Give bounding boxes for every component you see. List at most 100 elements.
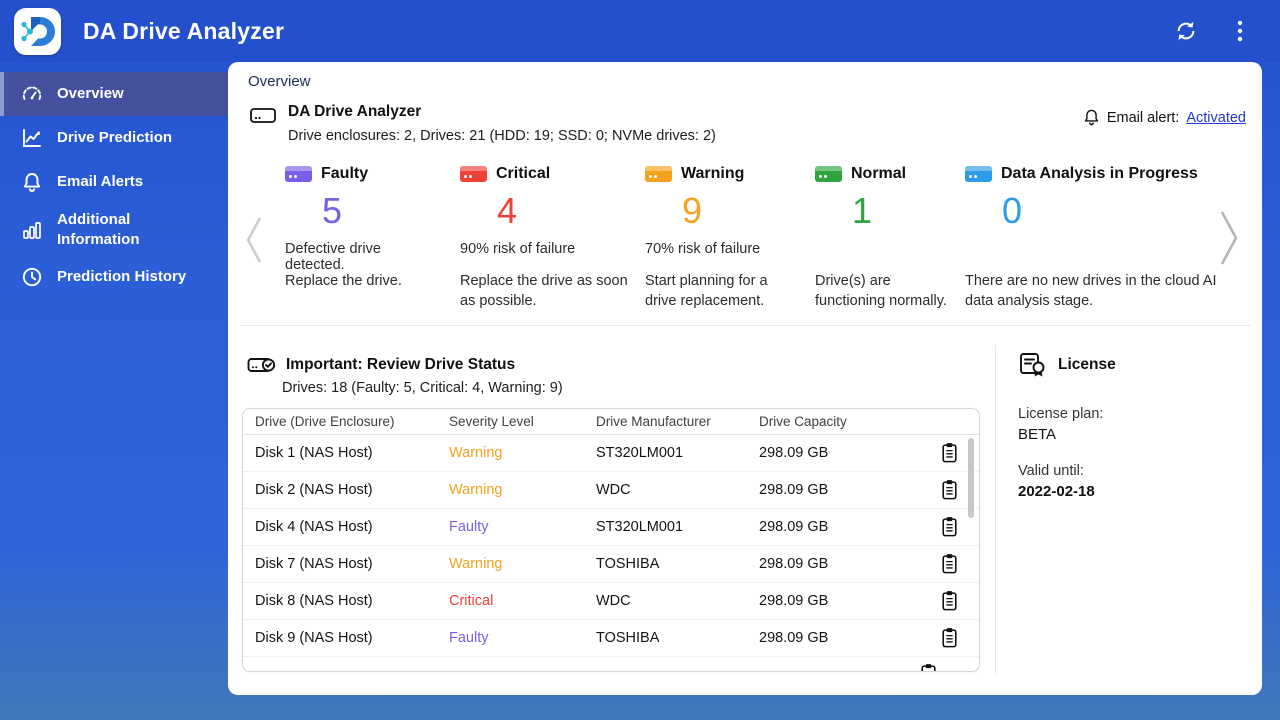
- overview-title: DA Drive Analyzer: [288, 103, 422, 120]
- details-clipboard-button[interactable]: [940, 553, 959, 575]
- important-title: Important: Review Drive Status: [286, 356, 516, 373]
- clipboard-icon: [921, 664, 936, 671]
- section-divider: [240, 325, 1250, 326]
- refresh-button[interactable]: [1172, 17, 1200, 45]
- clock-icon: [22, 267, 42, 287]
- clipboard-icon: [941, 554, 957, 574]
- drive-summary: Drive enclosures: 2, Drives: 21 (HDD: 19…: [288, 128, 716, 144]
- card-label: Warning: [681, 165, 745, 182]
- card-action: Drive(s) are functioning normally.: [815, 273, 947, 309]
- normal-count: 1: [852, 190, 873, 231]
- status-card-data-analysis: Data Analysis in Progress 0 There are no…: [965, 165, 1247, 311]
- table-row[interactable]: Disk 1 (NAS Host) Warning ST320LM001 298…: [243, 435, 979, 472]
- details-clipboard-button[interactable]: [940, 479, 959, 501]
- carousel-next-icon[interactable]: [1218, 206, 1240, 270]
- status-card-normal: Normal 1 Drive(s) are functioning normal…: [815, 165, 948, 311]
- email-alert-activated-link[interactable]: Activated: [1186, 110, 1246, 126]
- drive-cell: Disk 9 (NAS Host): [255, 630, 373, 646]
- column-header: Drive (Drive Enclosure): [255, 414, 395, 429]
- table-row[interactable]: Disk 4 (NAS Host) Faulty ST320LM001 298.…: [243, 509, 979, 546]
- table-row[interactable]: Disk 8 (NAS Host) Critical WDC 298.09 GB: [243, 583, 979, 620]
- severity-cell: Faulty: [449, 519, 489, 535]
- manufacturer-cell: TOSHIBA: [596, 630, 660, 646]
- severity-cell: Faulty: [449, 630, 489, 646]
- table-scrollbar-thumb[interactable]: [968, 438, 974, 518]
- refresh-icon: [1177, 21, 1195, 41]
- capacity-cell: 298.09 GB: [759, 593, 829, 609]
- email-alert: Email alert: Activated: [1083, 108, 1246, 127]
- capacity-cell: 298.09 GB: [759, 630, 829, 646]
- capacity-cell: 298.09 GB: [759, 519, 829, 535]
- status-card-warning: Warning 9 70% risk of failure Start plan…: [645, 165, 798, 311]
- sidebar-item-email-alerts[interactable]: Email Alerts: [0, 160, 228, 204]
- warning-drive-icon: [645, 166, 672, 182]
- critical-count: 4: [497, 190, 518, 231]
- sidebar-item-additional-information[interactable]: Additional Information: [0, 204, 228, 255]
- card-label: Faulty: [321, 165, 369, 182]
- manufacturer-cell: WDC: [596, 593, 631, 609]
- license-valid-value: 2022-02-18: [1018, 483, 1095, 500]
- card-label: Normal: [851, 165, 907, 182]
- card-action: Replace the drive.: [285, 273, 402, 289]
- table-row[interactable]: Disk 7 (NAS Host) Warning TOSHIBA 298.09…: [243, 546, 979, 583]
- details-clipboard-button[interactable]: [940, 590, 959, 612]
- table-row-partial[interactable]: [243, 657, 979, 671]
- column-header: Severity Level: [449, 414, 534, 429]
- carousel-prev-icon[interactable]: [244, 212, 264, 268]
- severity-cell: Warning: [449, 556, 503, 572]
- drive-cell: Disk 1 (NAS Host): [255, 445, 373, 461]
- details-clipboard-button[interactable]: [919, 663, 938, 671]
- table-row[interactable]: Disk 9 (NAS Host) Faulty TOSHIBA 298.09 …: [243, 620, 979, 657]
- card-action: There are no new drives in the cloud AI …: [965, 273, 1217, 309]
- details-clipboard-button[interactable]: [940, 516, 959, 538]
- chart-line-icon: [23, 129, 41, 147]
- card-action: Start planning for a drive replacement.: [645, 273, 768, 309]
- sidebar-item-prediction-history[interactable]: Prediction History: [0, 255, 228, 299]
- faulty-count: 5: [322, 190, 343, 231]
- sidebar-item-label: Email Alerts: [57, 173, 144, 191]
- status-card-critical: Critical 4 90% risk of failure Replace t…: [460, 165, 628, 311]
- important-section-header: Important: Review Drive Status: [246, 352, 515, 382]
- drive-icon: [250, 108, 276, 123]
- important-subtitle: Drives: 18 (Faulty: 5, Critical: 4, Warn…: [282, 380, 563, 396]
- faulty-drive-icon: [285, 166, 312, 182]
- overview-header: DA Drive Analyzer Drive enclosures: 2, D…: [248, 103, 716, 144]
- sidebar-item-drive-prediction[interactable]: Drive Prediction: [0, 116, 228, 160]
- data-analysis-count: 0: [1002, 190, 1023, 231]
- main-panel: Overview DA Drive Analyzer Drive enclosu…: [228, 62, 1262, 695]
- normal-drive-icon: [815, 166, 842, 182]
- page-title: Overview: [248, 73, 311, 90]
- drive-cell: Disk 4 (NAS Host): [255, 519, 373, 535]
- sidebar-item-label: Prediction History: [57, 268, 187, 286]
- clipboard-icon: [941, 480, 957, 500]
- clipboard-icon: [941, 591, 957, 611]
- capacity-cell: 298.09 GB: [759, 445, 829, 461]
- clipboard-icon: [941, 628, 957, 648]
- card-description: 90% risk of failure: [460, 241, 576, 257]
- details-clipboard-button[interactable]: [940, 442, 959, 464]
- sidebar-item-overview[interactable]: Overview: [0, 72, 228, 116]
- table-row[interactable]: Disk 2 (NAS Host) Warning WDC 298.09 GB: [243, 472, 979, 509]
- drive-cell: Disk 8 (NAS Host): [255, 593, 373, 609]
- status-card-faulty: Faulty 5 Defective drive detected. Repla…: [285, 165, 443, 311]
- license-title: License: [1058, 356, 1116, 373]
- menu-button[interactable]: [1226, 17, 1254, 45]
- drive-check-icon: [247, 358, 276, 372]
- card-description: [815, 241, 948, 263]
- gauge-icon: [22, 86, 42, 100]
- bar-chart-icon: [23, 221, 41, 239]
- clipboard-icon: [941, 443, 957, 463]
- bell-icon: [1084, 109, 1098, 126]
- severity-cell: Critical: [449, 593, 494, 609]
- capacity-cell: 298.09 GB: [759, 482, 829, 498]
- sidebar-item-label: Additional Information: [57, 211, 140, 248]
- severity-cell: Warning: [449, 482, 503, 498]
- license-plan-label: License plan:: [1018, 406, 1104, 422]
- sidebar: Overview Drive Prediction Email Alerts A…: [0, 62, 228, 720]
- details-clipboard-button[interactable]: [940, 627, 959, 649]
- card-label: Critical: [496, 165, 551, 182]
- manufacturer-cell: ST320LM001: [596, 519, 684, 535]
- status-cards: Faulty 5 Defective drive detected. Repla…: [285, 165, 1247, 311]
- card-action: Replace the drive as soon as possible.: [460, 273, 628, 309]
- card-description: Defective drive detected.: [285, 241, 381, 273]
